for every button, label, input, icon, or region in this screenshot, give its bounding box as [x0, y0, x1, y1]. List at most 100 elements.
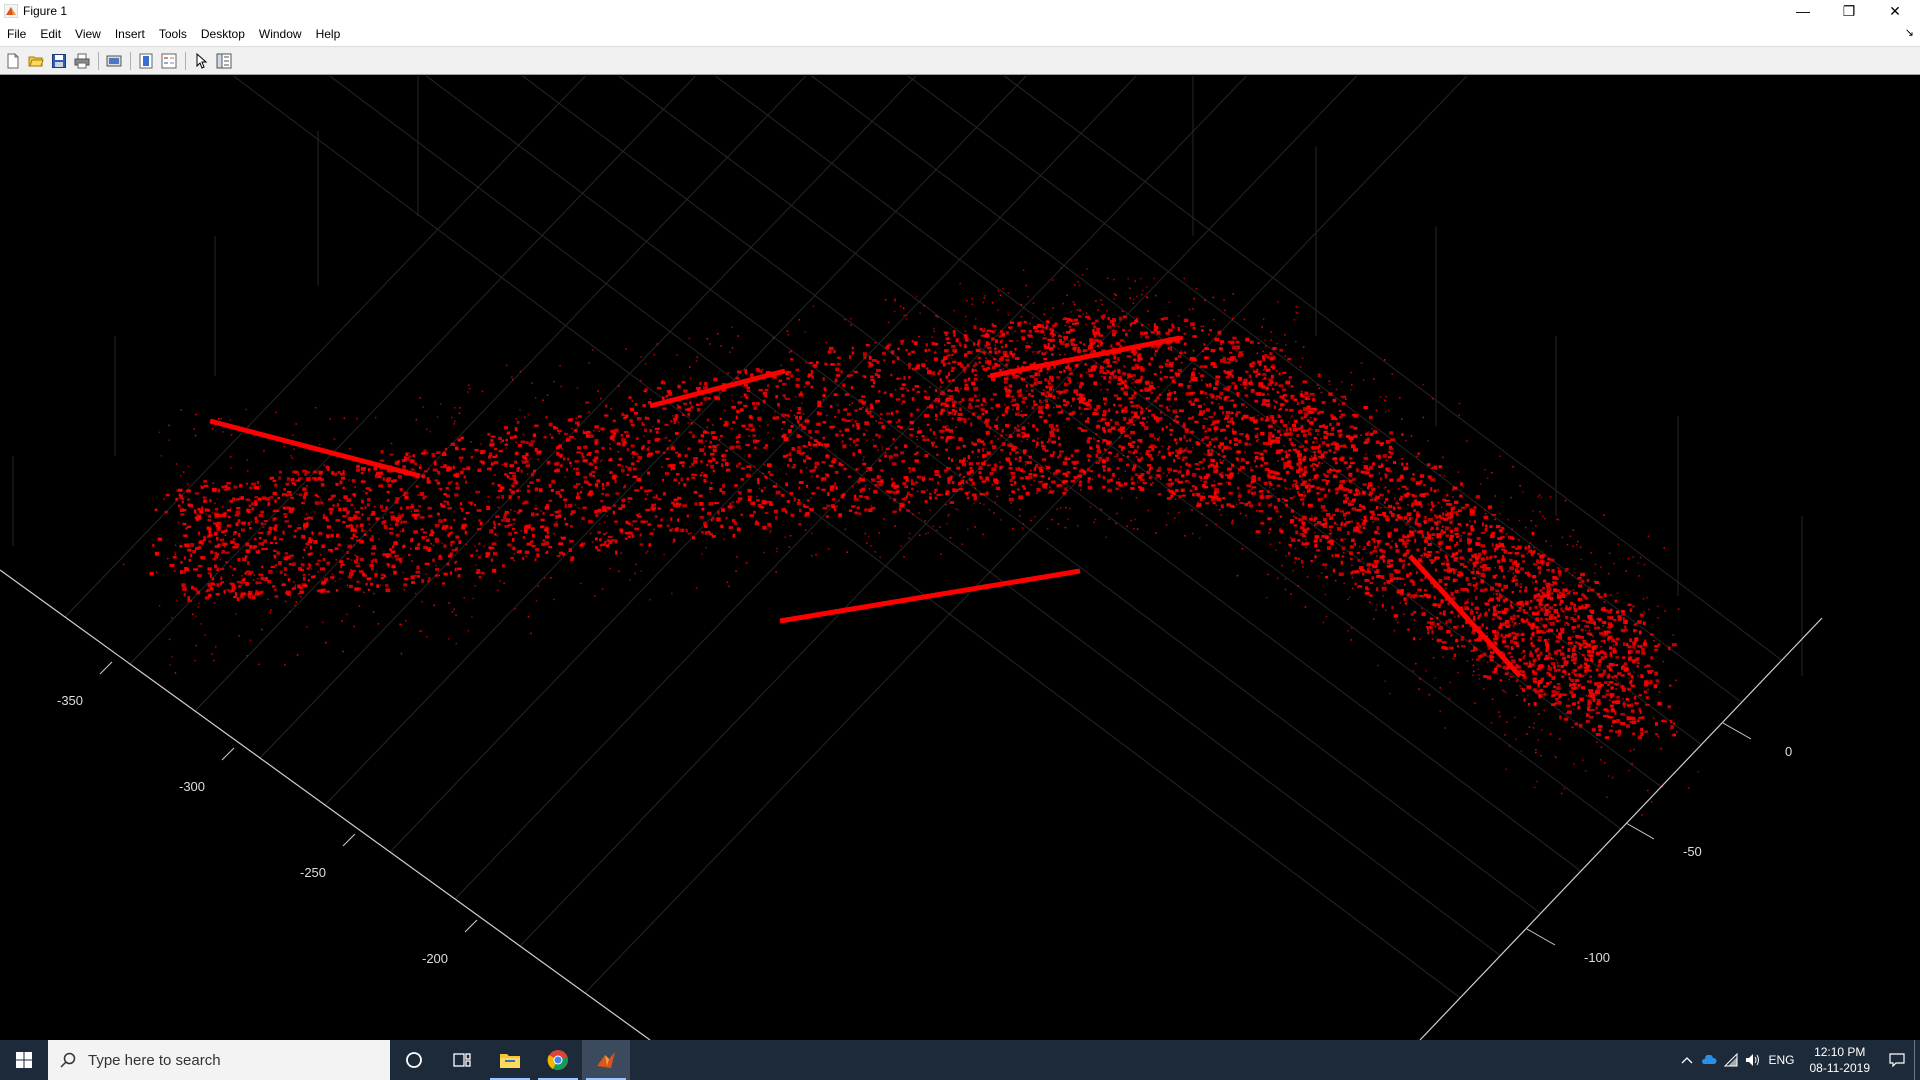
cloud-point	[1430, 501, 1434, 505]
cloud-point	[952, 348, 958, 353]
cloud-point	[1356, 521, 1360, 526]
property-inspector-icon[interactable]	[213, 50, 235, 72]
cloud-point	[1399, 476, 1404, 479]
cloud-point	[1535, 617, 1540, 622]
cloud-point	[1655, 733, 1659, 736]
minimize-button[interactable]: —	[1780, 0, 1826, 22]
cloud-point	[1412, 473, 1415, 476]
cloud-point	[1361, 572, 1365, 576]
cloud-point	[886, 412, 891, 415]
cloud-point	[248, 527, 252, 530]
save-icon[interactable]	[48, 50, 70, 72]
menu-view[interactable]: View	[68, 27, 108, 41]
cloud-point	[1120, 447, 1124, 452]
cloud-point	[1349, 457, 1353, 460]
menu-tools[interactable]: Tools	[152, 27, 194, 41]
plot-canvas[interactable]: -350 -300 -250 -200 0 -50 -100	[0, 0, 1920, 1041]
menu-insert[interactable]: Insert	[108, 27, 152, 41]
cloud-point	[1071, 460, 1076, 464]
cloud-point	[1099, 419, 1102, 423]
cloud-point	[1467, 548, 1472, 552]
cloud-point	[1208, 393, 1214, 396]
grid-line	[324, 0, 1541, 914]
cloud-point	[1483, 515, 1489, 520]
cloud-point	[320, 483, 325, 487]
print-preview-icon[interactable]	[103, 50, 125, 72]
menu-window[interactable]: Window	[252, 27, 309, 41]
cloud-point	[891, 462, 897, 466]
cloud-point	[549, 513, 555, 517]
cloud-point	[1254, 455, 1259, 460]
cloud-point	[1441, 525, 1444, 528]
cloud-point	[1571, 702, 1576, 706]
edit-plot-arrow-icon[interactable]	[190, 50, 212, 72]
cloud-point	[1209, 328, 1212, 332]
cloud-point	[208, 527, 212, 531]
cloud-point	[544, 541, 550, 545]
legend-icon[interactable]	[158, 50, 180, 72]
cloud-point	[977, 339, 981, 343]
menu-file[interactable]: File	[0, 27, 33, 41]
cloud-point	[975, 399, 980, 402]
cloud-point	[285, 555, 291, 560]
cloud-point	[1283, 499, 1288, 502]
cloud-point	[724, 420, 728, 425]
cloud-point	[680, 528, 685, 533]
dock-arrow-icon[interactable]: ↘	[1905, 26, 1914, 39]
cloud-point	[634, 402, 638, 407]
cloud-point	[1261, 403, 1267, 406]
cloud-point	[706, 463, 709, 467]
open-file-icon[interactable]	[25, 50, 47, 72]
cloud-point	[371, 510, 376, 515]
cloud-point	[1070, 342, 1075, 346]
cloud-point	[729, 502, 732, 506]
close-button[interactable]: ✕	[1872, 0, 1918, 22]
cloud-point	[745, 428, 750, 431]
cloud-point	[1322, 525, 1328, 529]
cloud-point	[1588, 620, 1592, 624]
cloud-point	[1556, 668, 1561, 672]
cloud-point	[364, 491, 369, 495]
print-icon[interactable]	[71, 50, 93, 72]
cloud-point	[1664, 720, 1667, 723]
cloud-point	[219, 582, 222, 586]
cloud-point	[1407, 628, 1410, 631]
cloud-point	[929, 496, 932, 500]
cloud-point	[1336, 470, 1341, 473]
cloud-point	[851, 351, 855, 355]
cloud-point	[756, 499, 760, 502]
cloud-point	[274, 483, 278, 487]
menu-help[interactable]: Help	[309, 27, 348, 41]
window-title-bar[interactable]: Figure 1 — ❐ ✕	[0, 0, 1920, 22]
cloud-point	[1068, 379, 1072, 384]
cloud-point	[673, 498, 678, 501]
cloud-point	[856, 426, 860, 430]
cloud-point	[564, 522, 569, 526]
cloud-point	[419, 516, 425, 519]
menu-desktop[interactable]: Desktop	[194, 27, 252, 41]
new-figure-icon[interactable]	[2, 50, 24, 72]
cloud-point	[1025, 491, 1030, 496]
cloud-point	[1057, 334, 1062, 338]
cloud-point	[1403, 516, 1408, 520]
cloud-point	[798, 407, 801, 411]
restore-button[interactable]: ❐	[1826, 0, 1872, 22]
colorbar-icon[interactable]	[135, 50, 157, 72]
cloud-point	[1189, 489, 1193, 493]
cloud-point	[1586, 680, 1592, 683]
cloud-point	[870, 378, 875, 381]
cloud-point	[1025, 345, 1030, 349]
cloud-point	[1379, 477, 1383, 481]
cloud-point	[1429, 626, 1433, 630]
cloud-point	[1339, 484, 1344, 489]
cloud-point	[852, 452, 856, 457]
cloud-point	[1567, 672, 1571, 676]
cloud-point	[920, 490, 926, 494]
cloud-point	[1502, 575, 1506, 579]
cloud-point	[1402, 553, 1407, 557]
menu-edit[interactable]: Edit	[33, 27, 68, 41]
cloud-point	[973, 377, 978, 381]
cloud-point	[488, 455, 491, 459]
cloud-point	[951, 408, 956, 412]
cloud-point	[661, 396, 665, 400]
